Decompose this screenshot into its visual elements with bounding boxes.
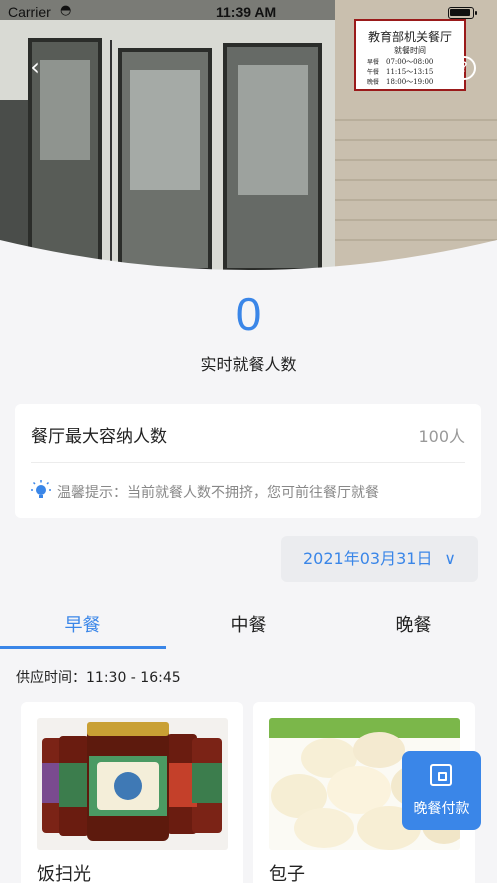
date-selector[interactable]: 2021年03月31日 ∨: [281, 536, 478, 582]
chevron-down-icon: ∨: [444, 549, 456, 568]
active-tab-indicator: [0, 646, 166, 649]
sign-row-1-time: 07:00～08:00: [386, 58, 433, 66]
carrier-label: Carrier: [8, 4, 51, 20]
supply-time: 供应时间：11:30 - 16:45: [16, 670, 181, 686]
sauce-jars-image: [37, 718, 228, 850]
sign-row-2-time: 11:15～13:15: [386, 68, 433, 76]
tab-breakfast[interactable]: 早餐: [0, 611, 165, 649]
sign-row-3-meal: 晚餐: [367, 78, 379, 86]
food-card[interactable]: 饭扫光: [21, 702, 243, 883]
sign-row-2-meal: 午餐: [367, 68, 379, 76]
lightbulb-icon: [31, 480, 51, 498]
status-bar: Carrier ◓ 11:39 AM: [0, 0, 497, 26]
date-value: 2021年03月31日: [303, 549, 433, 568]
dinner-payment-button[interactable]: 晚餐付款: [402, 751, 481, 830]
tab-dinner[interactable]: 晚餐: [331, 611, 496, 649]
battery-icon: [448, 7, 477, 19]
tab-lunch-label: 中餐: [230, 615, 267, 636]
food-image: [37, 718, 228, 850]
sign-title: 教育部机关餐厅: [368, 29, 452, 44]
tab-lunch[interactable]: 中餐: [166, 611, 331, 649]
capacity-card: 餐厅最大容纳人数 100人 温馨提示：当前就餐人数不拥挤，您可前往餐厅就餐: [15, 404, 481, 518]
help-button[interactable]: ?: [452, 56, 476, 80]
tab-breakfast-label: 早餐: [64, 615, 101, 636]
tip-text: 温馨提示：当前就餐人数不拥挤，您可前往餐厅就餐: [57, 485, 379, 501]
realtime-count-label: 实时就餐人数: [200, 355, 297, 374]
tab-dinner-label: 晚餐: [395, 615, 432, 636]
wallet-icon: [430, 764, 452, 786]
restaurant-entrance-photo: 教育部机关餐厅 就餐时间 早餐 07:00～08:00 午餐 11:15～13:…: [0, 0, 497, 270]
food-name: 饭扫光: [37, 864, 91, 883]
sign-row-1-meal: 早餐: [367, 58, 379, 66]
sign-subtitle: 就餐时间: [394, 45, 426, 55]
hero-image: 教育部机关餐厅 就餐时间 早餐 07:00～08:00 午餐 11:15～13:…: [0, 0, 497, 270]
capacity-value: 100人: [418, 427, 465, 446]
divider: [31, 462, 465, 463]
chevron-left-icon: ‹: [30, 53, 40, 81]
sign-row-3-time: 18:00～19:00: [386, 78, 433, 86]
payment-button-label: 晚餐付款: [413, 801, 470, 817]
back-button[interactable]: ‹: [22, 54, 48, 80]
food-name: 包子: [269, 864, 305, 883]
question-icon: ?: [460, 60, 468, 76]
realtime-count: 0: [235, 288, 262, 340]
capacity-label: 餐厅最大容纳人数: [31, 427, 167, 447]
wifi-icon: ◓: [60, 3, 72, 18]
status-time: 11:39 AM: [216, 4, 277, 20]
